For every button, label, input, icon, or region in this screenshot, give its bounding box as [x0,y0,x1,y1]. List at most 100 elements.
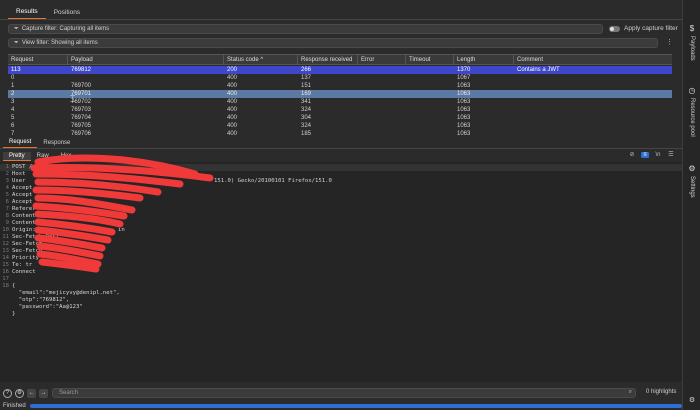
col-status-code[interactable]: Status code ^ [224,55,298,64]
table-row[interactable]: 0 400 137 1067 [8,74,672,82]
table-cell: 400 [227,99,238,105]
table-cell: 769705 [71,123,92,129]
table-cell: 1063 [457,123,471,129]
table-cell: 769700 [71,83,92,89]
col-payload[interactable]: Payload [68,55,224,64]
sort-asc-icon: ^ [260,57,264,63]
gear-icon[interactable]: ⚙ [15,388,24,398]
sidebar-item-payloads[interactable]: $ Payloads [683,24,700,61]
col-status-code-label: Status code [227,57,259,63]
capture-filter-text: Capture filter: Capturing all items [21,26,110,32]
table-cell [406,122,454,130]
table-cell [358,74,406,82]
mouse-cursor-icon: ⌶ [70,94,76,104]
table-cell: 769812 [71,67,92,73]
back-arrow-icon[interactable]: ← [27,388,36,398]
table-cell [514,106,672,114]
tab-request[interactable]: Request [3,139,38,148]
table-cell: 1063 [457,91,471,97]
highlights-count: 0 highlights [646,389,677,395]
gear-icon: ⚙ [688,397,696,404]
kebab-icon[interactable]: ⋮ [666,38,673,46]
search-icon[interactable]: ⌕ [629,389,632,396]
table-cell: 769701 [71,91,92,97]
code-text: "otp":"769812", [12,297,70,303]
view-filter-bar[interactable]: ⏷ View filter: Showing all items [8,38,658,48]
progress-bar [30,404,682,408]
table-cell [406,66,454,74]
table-cell [406,114,454,122]
table-cell [514,82,672,90]
eye-slash-icon[interactable]: ⊘ [628,151,636,158]
table-cell: 185 [301,131,312,136]
tab-positions[interactable]: Positions [46,9,88,19]
col-comment[interactable]: Comment [514,55,672,64]
table-cell: 1063 [457,83,471,89]
table-cell [358,90,406,98]
col-response-received[interactable]: Response received [298,55,358,64]
col-timeout[interactable]: Timeout [406,55,454,64]
search-placeholder: Search [59,390,79,396]
table-cell [358,114,406,122]
forward-arrow-icon[interactable]: → [39,388,48,398]
request-response-tabs: Request Response [0,138,682,149]
table-cell: 1063 [457,115,471,121]
table-cell [358,122,406,130]
list-icon[interactable]: ≡ [641,151,649,158]
sidebar-label-payloads: Payloads [689,36,695,61]
tab-response[interactable]: Response [37,140,76,148]
tab-results[interactable]: Results [8,8,46,19]
capture-filter-bar[interactable]: ⏷ Capture filter: Capturing all items [8,24,603,34]
col-length[interactable]: Length [454,55,514,64]
col-error[interactable]: Error [358,55,406,64]
table-row[interactable]: 4 769703 400 324 1063 [8,106,672,114]
apply-capture-filter-toggle[interactable] [609,26,620,32]
table-cell: 400 [227,123,238,129]
table-cell: 3 [11,99,15,105]
table-cell: 169 [301,91,312,97]
code-line: "otp":"769812", [0,297,682,304]
table-cell [68,74,224,82]
code-line: "password":"Aa@123" [0,304,682,311]
search-input[interactable]: Search ⌕ [52,388,636,398]
table-cell [406,74,454,82]
line-number: 10 [2,227,9,233]
funnel-icon: ⏷ [14,39,19,46]
table-row[interactable]: 7 769706 400 185 1063 [8,130,672,136]
line-number: 1 [5,164,9,170]
user-agent-tail: 151.0) Gecko/20100101 Firefox/151.0 [214,178,332,184]
results-table: Request Payload Status code ^ Response r… [8,54,672,136]
line-number: 7 [5,206,9,212]
table-cell [358,82,406,90]
table-row[interactable]: 6 769705 400 324 1063 [8,122,672,130]
table-cell: 1370 [457,67,471,73]
menu-icon[interactable]: ☰ [667,151,675,158]
code-text: { [12,283,16,289]
table-cell: 324 [301,107,312,113]
sidebar-item-settings[interactable]: ⚙ Settings [683,164,700,198]
table-cell [514,74,672,82]
table-cell: 324 [301,123,312,129]
table-row[interactable]: 1 769700 400 151 1063 [8,82,672,90]
table-cell: 113 [11,67,21,73]
help-icon[interactable]: ? [3,388,12,398]
table-cell: 5 [11,115,15,121]
code-text: "password":"Aa@123" [12,304,83,310]
newline-icon[interactable]: \n [654,152,662,158]
table-row[interactable]: 113 769812 200 266 1370 Contains a JWT [8,66,672,74]
table-cell: 341 [301,99,312,105]
table-row[interactable]: 3 769702 400 341 1063 [8,98,672,106]
table-row[interactable]: 2 769701 400 169 1063 [8,90,672,98]
col-request[interactable]: Request [8,55,68,64]
table-cell: 151 [301,83,312,89]
table-cell: 1063 [457,99,471,105]
table-cell [406,82,454,90]
sidebar-item-resource-pool[interactable]: ◷ Resource pool [683,86,700,137]
table-cell [358,130,406,136]
dollar-icon: $ [689,24,695,33]
table-row[interactable]: 5 769704 400 304 1063 [8,114,672,122]
line-number: 8 [5,213,9,219]
sidebar-settings-gear[interactable]: ⚙ [683,396,700,404]
redaction-scribble [30,154,214,273]
table-cell [406,106,454,114]
